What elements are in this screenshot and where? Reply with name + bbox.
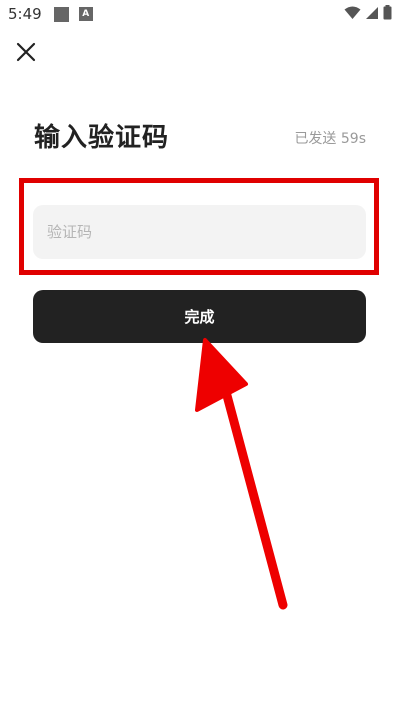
notification-a-icon: A (78, 7, 93, 21)
battery-icon (383, 5, 392, 20)
status-bar: 5:49 A (0, 0, 400, 28)
notification-square-icon (53, 6, 69, 22)
status-indicators (344, 5, 392, 20)
page-title: 输入验证码 (34, 123, 170, 153)
close-icon (16, 42, 36, 62)
cellular-signal-icon (366, 6, 378, 19)
done-button[interactable]: 完成 (33, 290, 366, 343)
verification-screen: 5:49 A 输入验证码 已发送 59s 完成 (0, 0, 400, 712)
resend-countdown: 已发送 59s (294, 131, 366, 147)
verification-code-input[interactable] (33, 205, 366, 259)
red-arrow-annotation (195, 338, 288, 610)
status-time: 5:49 (8, 5, 42, 23)
close-button[interactable] (14, 40, 38, 64)
wifi-icon (344, 6, 361, 19)
